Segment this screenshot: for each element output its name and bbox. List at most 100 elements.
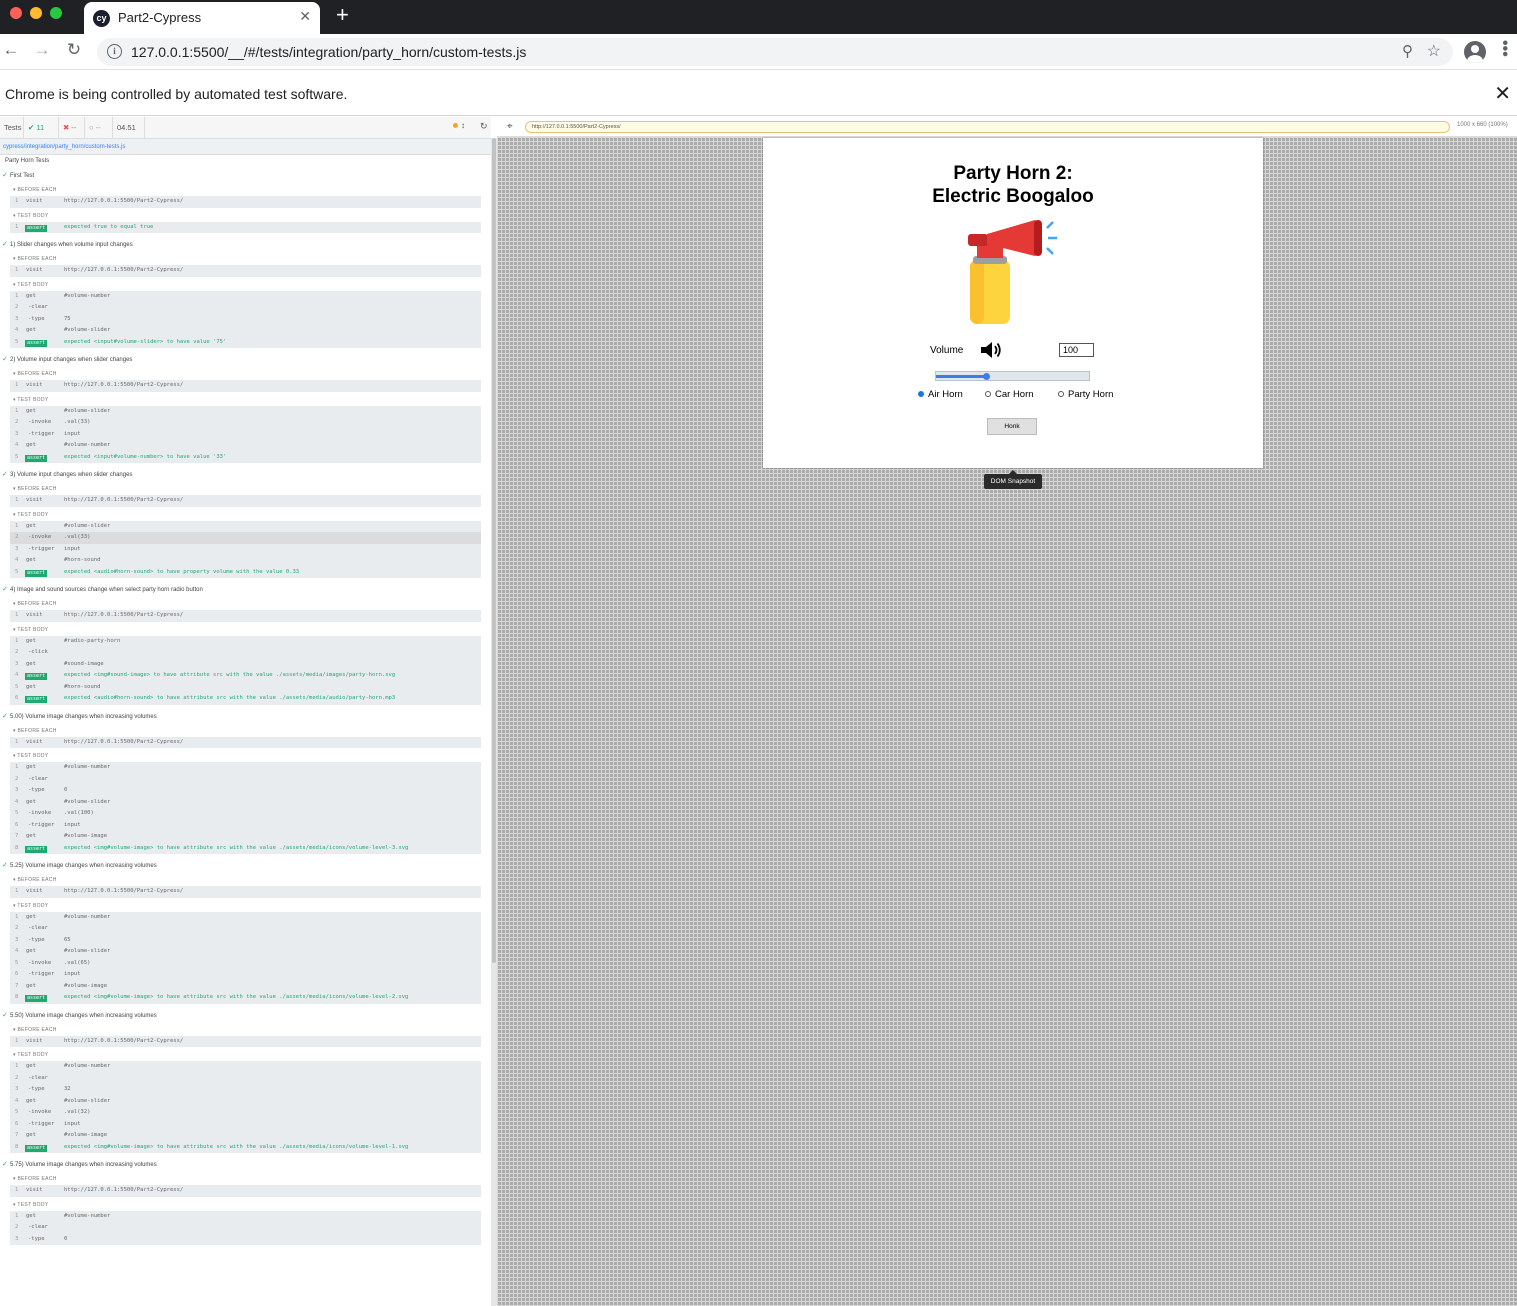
command-row[interactable]: 1 visit http://127.0.0.1:5500/Part2-Cypres… <box>10 495 481 507</box>
before-each-hook[interactable]: BEFORE EACH <box>0 251 488 265</box>
volume-slider[interactable] <box>935 371 1090 381</box>
command-row[interactable]: 3 get #sound-image <box>10 658 481 670</box>
before-each-hook[interactable]: BEFORE EACH <box>0 596 488 610</box>
test-body-hook[interactable]: TEST BODY <box>0 1197 488 1211</box>
address-url[interactable]: 127.0.0.1:5500/__/#/tests/integration/pa… <box>131 44 526 60</box>
before-each-hook[interactable]: BEFORE EACH <box>0 1171 488 1185</box>
command-row[interactable]: 1 get #volume-number <box>10 1061 481 1073</box>
test-title[interactable]: 5.50) Volume image changes when increasi… <box>0 1010 488 1022</box>
close-window-button[interactable] <box>10 7 22 19</box>
command-row[interactable]: 8 assert expected <img#volume-image> to ha… <box>10 842 481 854</box>
test-title[interactable]: First Test <box>0 170 488 182</box>
test-body-hook[interactable]: TEST BODY <box>0 392 488 406</box>
tests-button[interactable]: Tests <box>0 117 24 139</box>
before-each-hook[interactable]: BEFORE EACH <box>0 1022 488 1036</box>
command-row[interactable]: 5 assert expected <input#volume-slider> to… <box>10 336 481 348</box>
command-row[interactable]: 1 visit http://127.0.0.1:5500/Part2-Cypres… <box>10 265 481 277</box>
command-row[interactable]: 6 assert expected <audio#horn-sound> to ha… <box>10 693 481 705</box>
test-body-hook[interactable]: TEST BODY <box>0 277 488 291</box>
command-row[interactable]: 5 assert expected <audio#horn-sound> to ha… <box>10 566 481 578</box>
rerun-icon[interactable]: ↻ <box>480 121 488 132</box>
test-body-hook[interactable]: TEST BODY <box>0 208 488 222</box>
command-row[interactable]: 3 -trigger input <box>10 428 481 440</box>
test-body-hook[interactable]: TEST BODY <box>0 507 488 521</box>
command-row[interactable]: 4 get #volume-slider <box>10 325 481 337</box>
before-each-hook[interactable]: BEFORE EACH <box>0 182 488 196</box>
command-row[interactable]: 8 assert expected <img#volume-image> to ha… <box>10 992 481 1004</box>
command-row[interactable]: 3 -type 32 <box>10 1084 481 1096</box>
command-row[interactable]: 2 -clear <box>10 302 481 314</box>
command-row[interactable]: 2 -click <box>10 647 481 659</box>
before-each-hook[interactable]: BEFORE EACH <box>0 366 488 380</box>
command-row[interactable]: 1 get #radio-party-horn <box>10 635 481 647</box>
test-body-hook[interactable]: TEST BODY <box>0 898 488 912</box>
radio-air-horn[interactable]: Air Horn <box>918 389 963 400</box>
slider-thumb[interactable] <box>983 373 991 380</box>
zoom-magnifier-icon[interactable]: ⚲ <box>1402 42 1413 60</box>
test-title[interactable]: 5.25) Volume image changes when increasi… <box>0 860 488 872</box>
command-row[interactable]: 5 -invoke .val(100) <box>10 808 481 820</box>
command-row[interactable]: 7 get #volume-image <box>10 980 481 992</box>
command-row[interactable]: 6 -trigger input <box>10 819 481 831</box>
before-each-hook[interactable]: BEFORE EACH <box>0 723 488 737</box>
bookmark-star-icon[interactable]: ☆ <box>1427 41 1441 61</box>
command-row[interactable]: 2 -invoke .val(33) <box>10 417 481 429</box>
command-row[interactable]: 6 -trigger input <box>10 969 481 981</box>
command-row[interactable]: 4 get #volume-slider <box>10 1095 481 1107</box>
command-row[interactable]: 1 get #volume-slider <box>10 520 481 532</box>
preview-url[interactable]: http://127.0.0.1:5500/Part2-Cypress/ <box>525 121 1450 133</box>
menu-kebab-icon[interactable]: ••• <box>1496 40 1513 57</box>
command-row[interactable]: 1 visit http://127.0.0.1:5500/Part2-Cypres… <box>10 886 481 898</box>
profile-avatar-icon[interactable] <box>1464 41 1486 63</box>
command-row[interactable]: 2 -clear <box>10 773 481 785</box>
new-tab-icon[interactable]: + <box>336 2 349 28</box>
browser-tab[interactable]: cy Part2-Cypress ✕ <box>84 2 320 34</box>
infobar-close-icon[interactable]: ✕ <box>1494 81 1511 106</box>
minimize-window-button[interactable] <box>30 7 42 19</box>
command-row[interactable]: 3 -type 65 <box>10 934 481 946</box>
command-row[interactable]: 1 visit http://127.0.0.1:5500/Part2-Cypres… <box>10 1185 481 1197</box>
command-row[interactable]: 1 visit http://127.0.0.1:5500/Part2-Cypres… <box>10 196 481 208</box>
command-row[interactable]: 1 visit http://127.0.0.1:5500/Part2-Cypres… <box>10 380 481 392</box>
test-body-hook[interactable]: TEST BODY <box>0 748 488 762</box>
test-title[interactable]: 4) Image and sound sources change when s… <box>0 584 488 596</box>
volume-number-input[interactable]: 100 <box>1059 343 1094 357</box>
honk-button[interactable]: Honk <box>987 418 1037 435</box>
command-row[interactable]: 4 get #horn-sound <box>10 555 481 567</box>
command-row[interactable]: 3 -type 0 <box>10 785 481 797</box>
forward-arrow-icon[interactable]: → <box>31 40 53 60</box>
test-body-hook[interactable]: TEST BODY <box>0 622 488 636</box>
command-row[interactable]: 4 get #volume-number <box>10 440 481 452</box>
radio-circle-icon[interactable] <box>985 391 991 397</box>
test-title[interactable]: 1) Slider changes when volume input chan… <box>0 239 488 251</box>
test-title[interactable]: 5.00) Volume image changes when increasi… <box>0 711 488 723</box>
command-row[interactable]: 7 get #volume-image <box>10 1130 481 1142</box>
suite-title[interactable]: Party Horn Tests <box>5 158 49 164</box>
before-each-hook[interactable]: BEFORE EACH <box>0 481 488 495</box>
test-body-hook[interactable]: TEST BODY <box>0 1047 488 1061</box>
command-row[interactable]: 4 get #volume-slider <box>10 796 481 808</box>
before-each-hook[interactable]: BEFORE EACH <box>0 872 488 886</box>
command-row[interactable]: 2 -invoke .val(33) <box>10 532 481 544</box>
command-row[interactable]: 1 get #volume-number <box>10 762 481 774</box>
auto-scroll-icon[interactable]: ↕ <box>461 121 465 130</box>
command-row[interactable]: 6 -trigger input <box>10 1118 481 1130</box>
command-row[interactable]: 3 -type 75 <box>10 313 481 325</box>
radio-car-horn[interactable]: Car Horn <box>985 389 1034 400</box>
spec-path-link[interactable]: cypress/integration/party_horn/custom-te… <box>0 139 491 155</box>
command-row[interactable]: 1 visit http://127.0.0.1:5500/Part2-Cypres… <box>10 610 481 622</box>
maximize-window-button[interactable] <box>50 7 62 19</box>
command-row[interactable]: 1 get #volume-slider <box>10 405 481 417</box>
command-row[interactable]: 1 get #volume-number <box>10 1210 481 1222</box>
command-row[interactable]: 5 -invoke .val(32) <box>10 1107 481 1119</box>
command-row[interactable]: 1 get #volume-number <box>10 290 481 302</box>
radio-circle-icon[interactable] <box>1058 391 1064 397</box>
test-title[interactable]: 3) Volume input changes when slider chan… <box>0 469 488 481</box>
command-row[interactable]: 4 assert expected <img#sound-image> to hav… <box>10 670 481 682</box>
command-row[interactable]: 8 assert expected <img#volume-image> to ha… <box>10 1141 481 1153</box>
command-row[interactable]: 3 -type 0 <box>10 1233 481 1245</box>
radio-party-horn[interactable]: Party Horn <box>1058 389 1113 400</box>
site-info-icon[interactable]: i <box>107 44 122 59</box>
command-row[interactable]: 2 -clear <box>10 923 481 935</box>
command-row[interactable]: 3 -trigger input <box>10 543 481 555</box>
